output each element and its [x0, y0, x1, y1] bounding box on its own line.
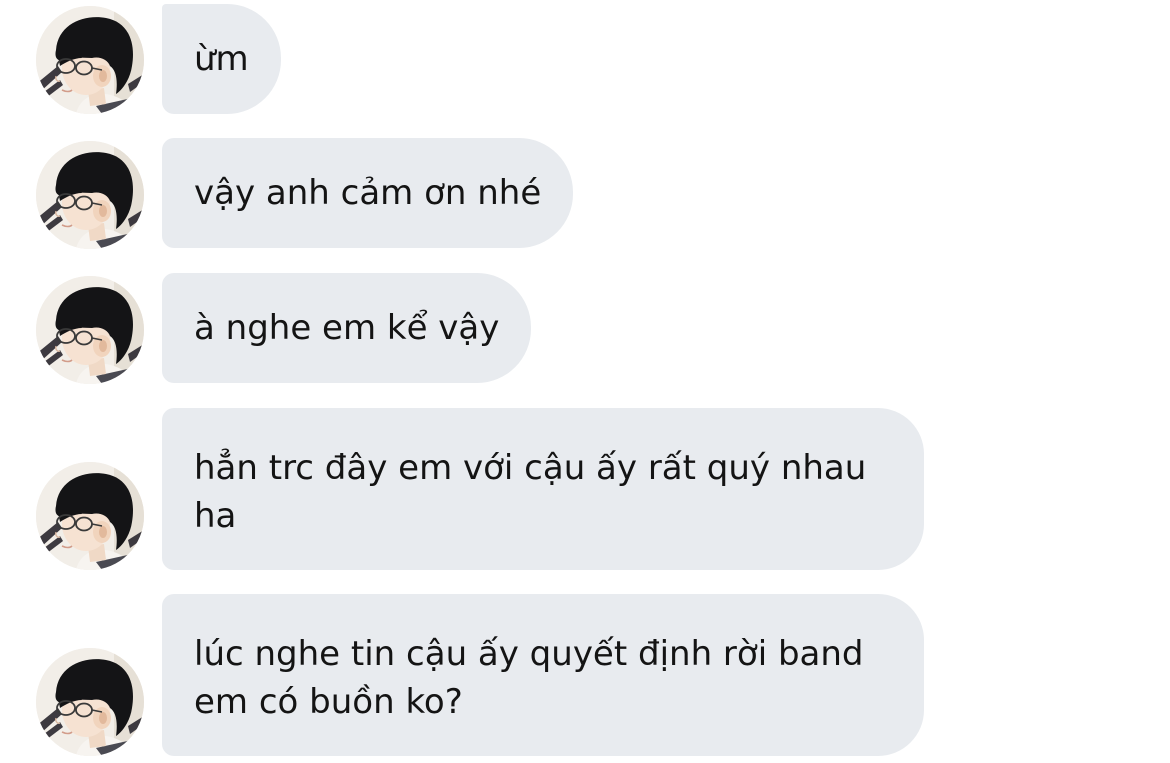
chat-screen: { "conversation": { "messages": [ { "sen… [0, 0, 1170, 763]
profile-photo-icon [36, 6, 144, 114]
message-text: hẳn trc đây em với cậu ấy rất quý nhau h… [194, 448, 867, 536]
profile-photo-icon [36, 141, 144, 249]
message-text: ừm [194, 39, 249, 79]
avatar[interactable] [36, 141, 144, 249]
message-text: lúc nghe tin cậu ấy quyết định rời band … [194, 634, 864, 722]
message-bubble[interactable]: vậy anh cảm ơn nhé [162, 138, 574, 248]
message-text: vậy anh cảm ơn nhé [194, 173, 542, 213]
message-bubble[interactable]: ừm [162, 4, 281, 114]
avatar[interactable] [36, 276, 144, 384]
profile-photo-icon [36, 648, 144, 756]
message-bubble[interactable]: lúc nghe tin cậu ấy quyết định rời band … [162, 594, 924, 756]
profile-photo-icon [36, 462, 144, 570]
avatar[interactable] [36, 648, 144, 756]
message-bubble[interactable]: à nghe em kể vậy [162, 273, 532, 383]
profile-photo-icon [36, 276, 144, 384]
avatar[interactable] [36, 462, 144, 570]
message-text: à nghe em kể vậy [194, 308, 500, 348]
message-bubble[interactable]: hẳn trc đây em với cậu ấy rất quý nhau h… [162, 408, 924, 570]
avatar[interactable] [36, 6, 144, 114]
